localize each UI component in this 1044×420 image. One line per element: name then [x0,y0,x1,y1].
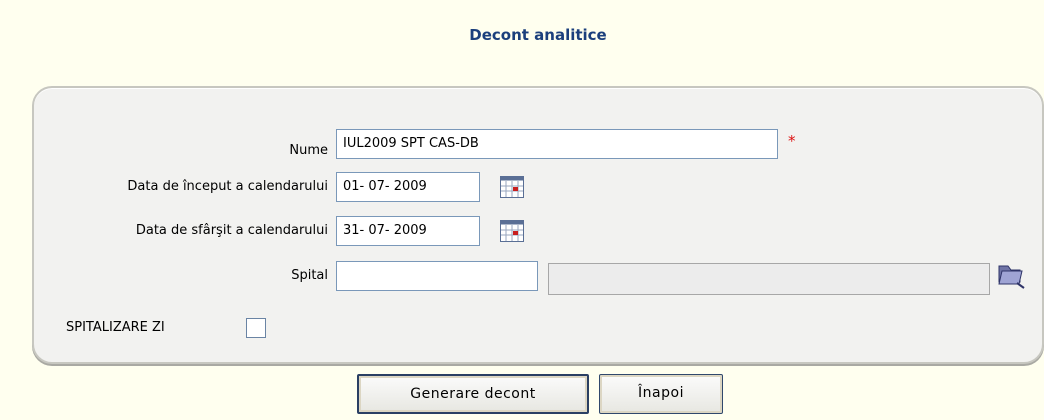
folder-browse-icon[interactable] [996,262,1026,290]
required-marker: * [788,132,796,150]
calendar-icon[interactable] [500,176,524,198]
nume-field[interactable]: IUL2009 SPT CAS-DB [336,129,778,159]
spital-code-field[interactable] [336,261,538,291]
page-title: Decont analitice [469,26,607,44]
spitalizare-zi-checkbox[interactable] [246,318,266,338]
spitalizare-zi-label: SPITALIZARE ZI [66,320,165,335]
back-button[interactable]: Înapoi [599,374,723,414]
generate-button[interactable]: Generare decont [357,374,589,414]
spital-label: Spital [291,268,328,283]
spital-name-field [548,263,990,295]
data-sfarsit-field[interactable]: 31- 07- 2009 [336,216,480,246]
data-inceput-field[interactable]: 01- 07- 2009 [336,172,480,202]
nume-label: Nume [289,143,328,158]
data-sfarsit-label: Data de sfârşit a calendarului [135,223,328,238]
calendar-icon[interactable] [500,220,524,242]
data-inceput-label: Data de început a calendarului [127,179,328,194]
back-button-label: Înapoi [638,385,684,401]
generate-button-label: Generare decont [410,386,536,402]
